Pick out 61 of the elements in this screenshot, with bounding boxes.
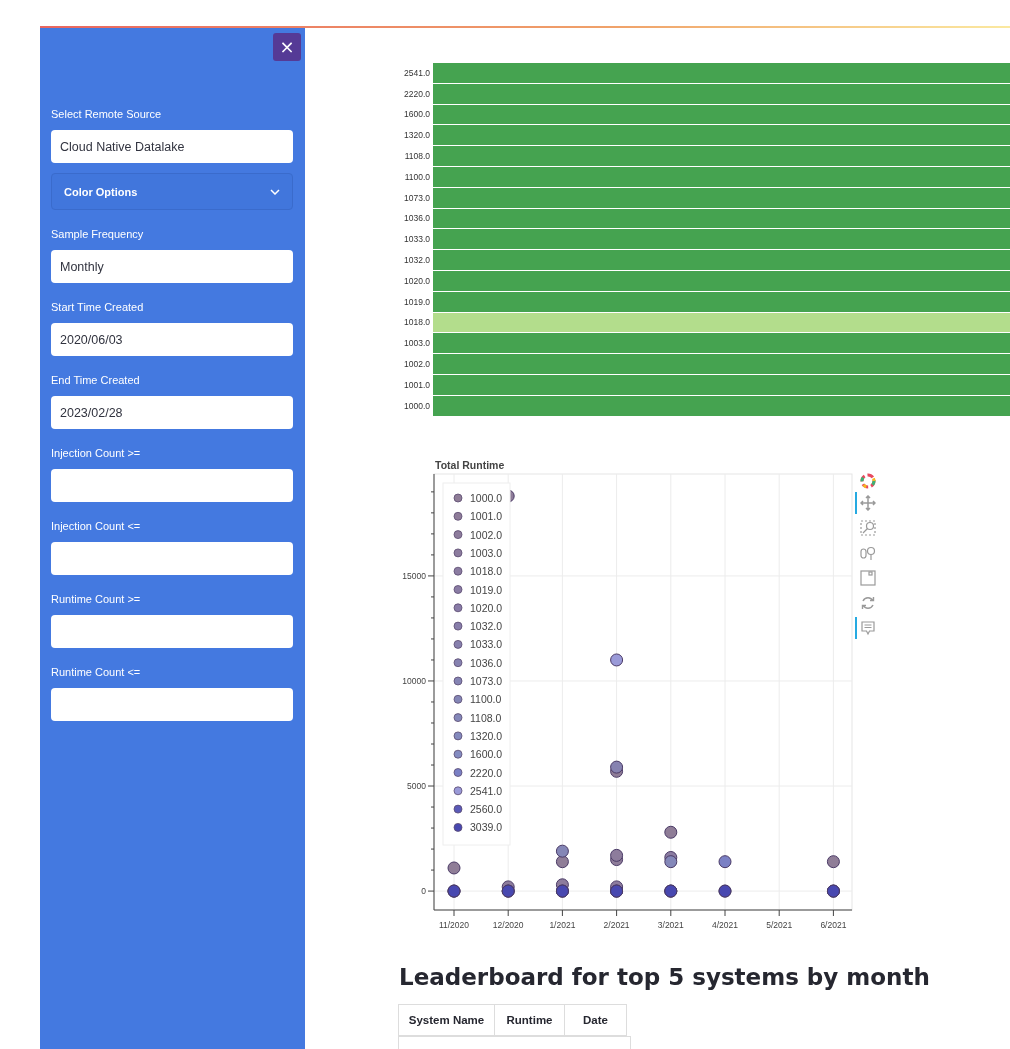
column-header: Runtime	[494, 1003, 565, 1036]
row-label: 1000.0	[403, 400, 431, 411]
field-label: End Time Created	[51, 373, 141, 387]
x-tick-label: 5/2021	[766, 919, 793, 930]
field-label: Injection Count >=	[51, 446, 142, 460]
field-label: Runtime Count <=	[51, 665, 142, 679]
row-label: 1001.0	[403, 379, 431, 390]
y-tick-label: 15000	[402, 570, 426, 581]
row-label: 1003.0	[403, 338, 431, 349]
x-tick-label: 6/2021	[820, 919, 847, 930]
section-heading: Leaderboard for top 5 systems by month	[399, 963, 931, 990]
row-label: 2541.0	[403, 67, 431, 78]
y-tick-label: 10000	[402, 675, 426, 686]
x-tick-label: 1/2021	[549, 919, 576, 930]
legend-label: 1001.0	[470, 509, 503, 522]
row-label: 2220.0	[403, 88, 431, 99]
row-label: 1108.0	[403, 151, 431, 162]
legend-label: 1002.0	[470, 528, 503, 541]
field-label: Select Remote Source	[51, 107, 163, 121]
legend-label: 1032.0	[470, 619, 503, 632]
row-label: 1018.0	[403, 317, 431, 328]
row-label: 1033.0	[403, 234, 431, 245]
row-label: 1036.0	[403, 213, 431, 224]
field-label: Start Time Created	[51, 300, 145, 314]
legend-label: 3039.0	[470, 820, 503, 833]
legend-label: 1036.0	[470, 656, 503, 669]
x-tick-label: 3/2021	[657, 919, 684, 930]
legend-label: 1033.0	[470, 637, 503, 650]
legend-label: 1019.0	[470, 583, 503, 596]
legend-label: 1073.0	[470, 674, 503, 687]
legend-label: 1018.0	[470, 564, 503, 577]
column-header: Date	[564, 1003, 627, 1036]
legend-label: 1108.0	[470, 711, 502, 724]
row-label: 1032.0	[403, 255, 431, 266]
field-label: Sample Frequency	[51, 227, 145, 241]
x-tick-label: 2/2021	[603, 919, 630, 930]
legend-label: 2560.0	[470, 802, 503, 815]
x-tick-label: 4/2021	[712, 919, 738, 930]
row-label: 1073.0	[403, 192, 431, 203]
legend-label: 1020.0	[470, 601, 503, 614]
y-tick-label: 0	[421, 885, 426, 896]
x-tick-label: 11/2020	[438, 919, 470, 930]
field-label: Runtime Count >=	[51, 592, 142, 606]
chart-title: Total Runtime	[435, 458, 505, 471]
row-label: 1600.0	[403, 109, 431, 120]
legend-label: 1000.0	[470, 491, 503, 504]
row-label: 1020.0	[403, 275, 431, 286]
field-label: Injection Count <=	[51, 519, 142, 533]
legend-label: 2220.0	[470, 766, 503, 779]
legend-label: 1100.0	[470, 692, 502, 705]
legend-label: 1320.0	[470, 729, 503, 742]
y-tick-label: 5000	[407, 780, 426, 791]
row-label: 1320.0	[403, 130, 431, 141]
column-header: System Name	[398, 1003, 495, 1036]
row-label: 1019.0	[403, 296, 431, 307]
legend-label: 2541.0	[470, 784, 503, 797]
row-label: 1100.0	[403, 171, 431, 182]
row-label: 1002.0	[403, 359, 431, 370]
legend-label: 1003.0	[470, 546, 503, 559]
legend-label: 1600.0	[470, 747, 503, 760]
x-tick-label: 12/2020	[492, 919, 524, 930]
